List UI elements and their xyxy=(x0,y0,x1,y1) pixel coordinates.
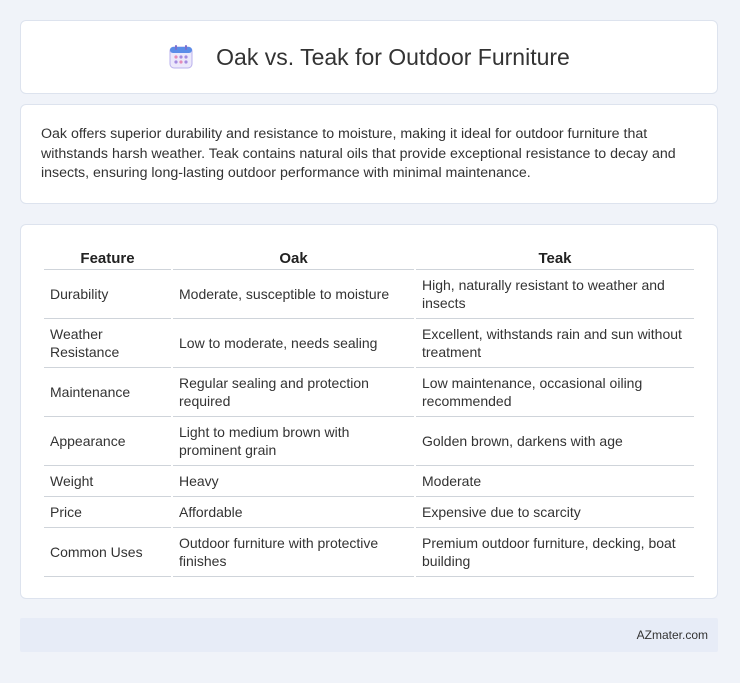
table-header-row: Feature Oak Teak xyxy=(44,245,694,270)
footer-site-label: AZmater.com xyxy=(636,628,708,642)
title-card: Oak vs. Teak for Outdoor Furniture xyxy=(20,20,718,94)
table-row: Weather Resistance Low to moderate, need… xyxy=(44,319,694,368)
table-cell-feature: Price xyxy=(44,497,171,528)
page-title: Oak vs. Teak for Outdoor Furniture xyxy=(216,43,570,70)
table-cell-oak: Heavy xyxy=(173,466,414,497)
table-cell-feature: Common Uses xyxy=(44,528,171,577)
table-cell-oak: Light to medium brown with prominent gra… xyxy=(173,417,414,466)
table-cell-teak: Golden brown, darkens with age xyxy=(416,417,694,466)
column-header-teak: Teak xyxy=(416,245,694,270)
table-row: Durability Moderate, susceptible to mois… xyxy=(44,270,694,319)
table-cell-teak: High, naturally resistant to weather and… xyxy=(416,270,694,319)
column-header-feature: Feature xyxy=(44,245,171,270)
table-cell-teak: Excellent, withstands rain and sun witho… xyxy=(416,319,694,368)
table-row: Price Affordable Expensive due to scarci… xyxy=(44,497,694,528)
table-cell-feature: Maintenance xyxy=(44,368,171,417)
table-row: Maintenance Regular sealing and protecti… xyxy=(44,368,694,417)
table-cell-feature: Appearance xyxy=(44,417,171,466)
calendar-icon xyxy=(168,44,194,70)
table-cell-feature: Weight xyxy=(44,466,171,497)
footer: AZmater.com xyxy=(20,618,718,652)
table-cell-teak: Moderate xyxy=(416,466,694,497)
comparison-table: Feature Oak Teak Durability Moderate, su… xyxy=(42,245,696,577)
table-row: Common Uses Outdoor furniture with prote… xyxy=(44,528,694,577)
table-cell-teak: Expensive due to scarcity xyxy=(416,497,694,528)
table-cell-feature: Durability xyxy=(44,270,171,319)
table-cell-teak: Premium outdoor furniture, decking, boat… xyxy=(416,528,694,577)
table-row: Weight Heavy Moderate xyxy=(44,466,694,497)
intro-text: Oak offers superior durability and resis… xyxy=(41,126,676,181)
table-cell-oak: Regular sealing and protection required xyxy=(173,368,414,417)
table-cell-oak: Low to moderate, needs sealing xyxy=(173,319,414,368)
table-cell-oak: Affordable xyxy=(173,497,414,528)
table-cell-oak: Moderate, susceptible to moisture xyxy=(173,270,414,319)
table-row: Appearance Light to medium brown with pr… xyxy=(44,417,694,466)
intro-card: Oak offers superior durability and resis… xyxy=(20,104,718,204)
table-cell-teak: Low maintenance, occasional oiling recom… xyxy=(416,368,694,417)
table-cell-oak: Outdoor furniture with protective finish… xyxy=(173,528,414,577)
comparison-table-card: Feature Oak Teak Durability Moderate, su… xyxy=(20,224,718,599)
column-header-oak: Oak xyxy=(173,245,414,270)
table-cell-feature: Weather Resistance xyxy=(44,319,171,368)
